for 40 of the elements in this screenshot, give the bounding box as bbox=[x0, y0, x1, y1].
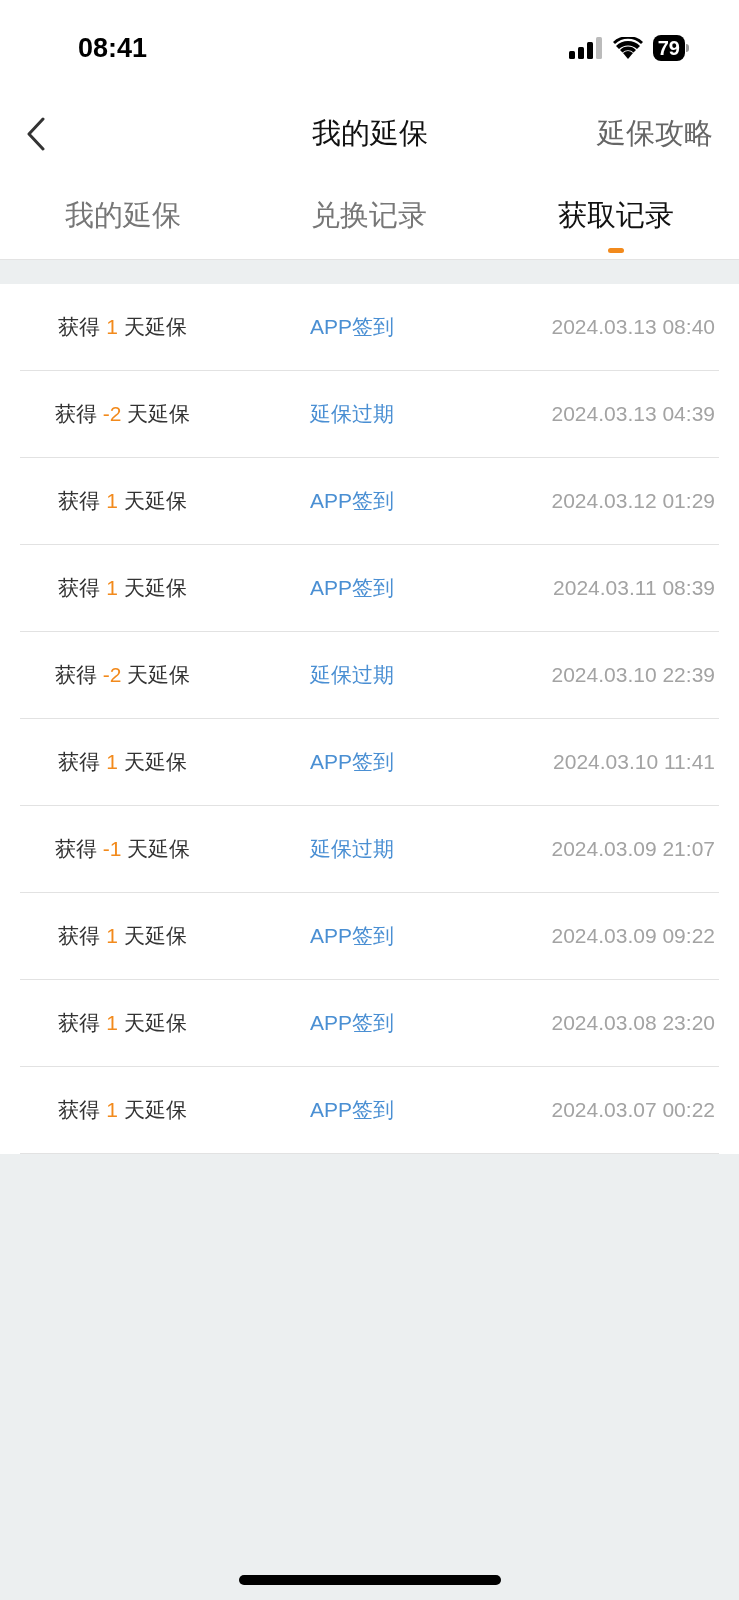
record-time: 2024.03.10 22:39 bbox=[551, 662, 716, 689]
record-time: 2024.03.11 08:39 bbox=[553, 575, 716, 602]
record-amount: 获得 1 天延保 bbox=[57, 1010, 188, 1037]
record-amount: 获得 1 天延保 bbox=[57, 749, 188, 776]
record-source: 延保过期 bbox=[310, 401, 394, 428]
record-amount: 获得 1 天延保 bbox=[57, 923, 188, 950]
record-amount: 获得 1 天延保 bbox=[57, 1097, 188, 1124]
tab[interactable]: 获取记录 bbox=[492, 172, 739, 259]
record-source: APP签到 bbox=[310, 575, 395, 602]
wifi-icon bbox=[612, 37, 643, 59]
record-source: APP签到 bbox=[310, 314, 395, 341]
signal-icon bbox=[568, 37, 603, 59]
back-icon[interactable] bbox=[26, 117, 46, 151]
record-time: 2024.03.13 04:39 bbox=[551, 401, 716, 428]
record-source: APP签到 bbox=[310, 1097, 395, 1124]
record-time: 2024.03.07 00:22 bbox=[551, 1097, 716, 1124]
record-source: APP签到 bbox=[310, 749, 395, 776]
record-amount: 获得 1 天延保 bbox=[57, 488, 188, 515]
record-time: 2024.03.08 23:20 bbox=[551, 1010, 716, 1037]
tab[interactable]: 兑换记录 bbox=[246, 172, 493, 259]
record-amount: 获得 1 天延保 bbox=[57, 314, 188, 341]
record-time: 2024.03.09 09:22 bbox=[551, 923, 716, 950]
record-amount: 获得 -2 天延保 bbox=[53, 662, 192, 689]
record-amount: 获得 -1 天延保 bbox=[53, 836, 192, 863]
record-time: 2024.03.13 08:40 bbox=[551, 314, 716, 341]
page-title: 我的延保 bbox=[311, 116, 428, 152]
record-source: APP签到 bbox=[310, 1010, 395, 1037]
guide-link[interactable]: 延保攻略 bbox=[597, 112, 713, 156]
record-time: 2024.03.10 11:41 bbox=[553, 749, 716, 776]
status-time: 08:41 bbox=[78, 31, 148, 65]
record-amount: 获得 -2 天延保 bbox=[53, 401, 192, 428]
record-source: 延保过期 bbox=[310, 662, 394, 689]
record-time: 2024.03.09 21:07 bbox=[551, 836, 716, 863]
record-source: 延保过期 bbox=[310, 836, 394, 863]
battery-icon: 79 bbox=[652, 35, 685, 61]
record-amount: 获得 1 天延保 bbox=[57, 575, 188, 602]
record-source: APP签到 bbox=[310, 488, 395, 515]
tab[interactable]: 我的延保 bbox=[0, 172, 247, 259]
record-time: 2024.03.12 01:29 bbox=[551, 488, 716, 515]
record-source: APP签到 bbox=[310, 923, 395, 950]
